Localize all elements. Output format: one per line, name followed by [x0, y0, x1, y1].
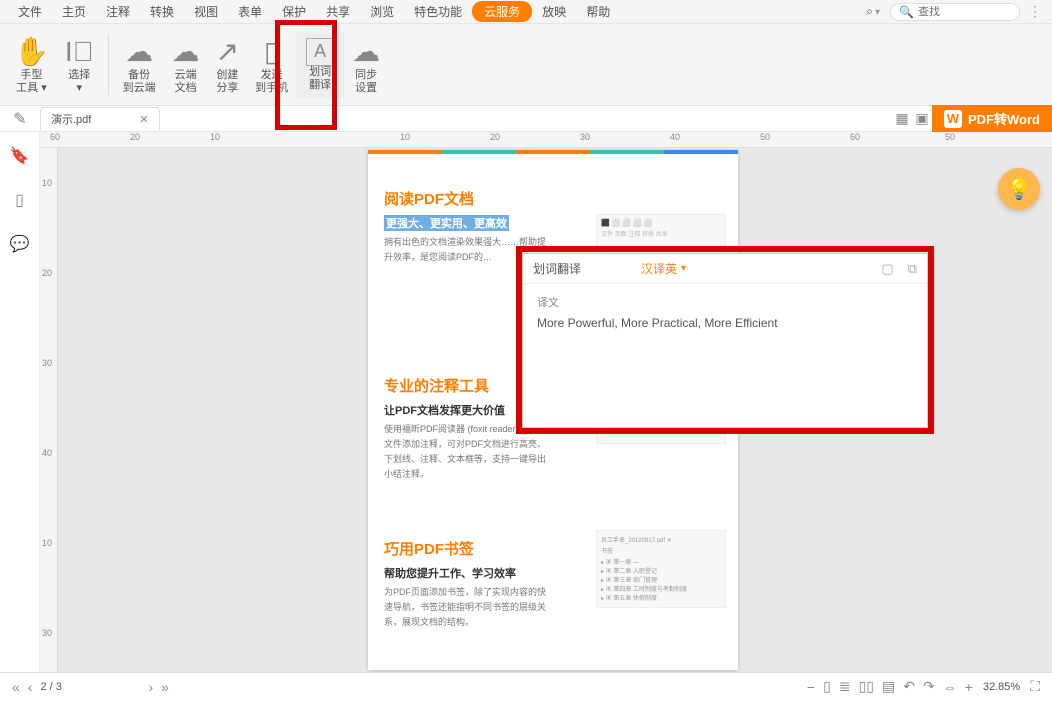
language-select[interactable]: 汉译英▾ [641, 260, 686, 277]
first-page-icon[interactable]: « [8, 679, 24, 695]
translation-text: More Powerful, More Practical, More Effi… [537, 316, 913, 330]
menu-features[interactable]: 特色功能 [404, 1, 472, 22]
rotate-right-icon[interactable]: ↷ [919, 678, 939, 695]
zoom-out-icon[interactable]: − [803, 679, 819, 695]
hand-icon: ✋ [14, 35, 49, 69]
last-page-icon[interactable]: » [157, 679, 173, 695]
ruler-horizontal: 60201010203040506050 [40, 132, 1052, 148]
phone-icon: ▯ [264, 35, 279, 69]
menu-home[interactable]: 主页 [52, 1, 96, 22]
comment-icon[interactable]: 💬 [10, 234, 30, 254]
zoom-plus-icon[interactable]: + [961, 679, 977, 695]
send-phone[interactable]: ▯发送到手机 [247, 33, 296, 97]
section2-body: 使用福昕PDF阅读器 (foxit reader) 为PDF文件添加注释，可对P… [384, 422, 554, 482]
select-tool[interactable]: I⃞选择▾ [57, 33, 102, 97]
menu-extra-icon[interactable]: ⌕▾ [856, 2, 890, 21]
popup-title: 划词翻译 [533, 260, 581, 277]
page-number-input[interactable] [40, 681, 140, 693]
popup-copy-icon[interactable]: ⧉ [908, 261, 917, 277]
menu-browse[interactable]: 浏览 [360, 1, 404, 22]
section3-body: 为PDF页面添加书签，除了实现内容的快速导航，书签还能指明不同书签的层级关系，展… [384, 585, 554, 630]
share-icon: ↗ [216, 35, 239, 69]
translation-popup: 划词翻译 汉译英▾ ▢ ⧉ 译文 More Powerful, More Pra… [522, 253, 928, 428]
menu-convert[interactable]: 转换 [140, 1, 184, 22]
menubar: 文件 主页 注释 转换 视图 表单 保护 共享 浏览 特色功能 云服务 放映 帮… [0, 0, 1052, 24]
menu-share[interactable]: 共享 [316, 1, 360, 22]
bookmark-icon[interactable]: 🔖 [10, 146, 30, 166]
menu-play[interactable]: 放映 [532, 1, 576, 22]
menu-annotate[interactable]: 注释 [96, 1, 140, 22]
prev-page-icon[interactable]: ‹ [24, 679, 37, 695]
pdf-to-word-button[interactable]: W PDF转Word [932, 105, 1052, 132]
search-input[interactable] [918, 6, 1008, 18]
word-translate[interactable]: A划词翻译 [296, 32, 344, 98]
facing-icon[interactable]: ▯▯ [855, 678, 878, 695]
cloud-docs[interactable]: ☁︎云端文档 [164, 33, 208, 97]
clipboard-icon[interactable]: ▯ [15, 190, 24, 210]
sidebar: 🔖 ▯ 💬 [0, 132, 40, 672]
grid-icon[interactable]: ▦ [892, 110, 912, 127]
tips-bulb-icon[interactable]: 💡 [998, 168, 1040, 210]
menu-protect[interactable]: 保护 [272, 1, 316, 22]
next-page-icon[interactable]: › [144, 679, 157, 695]
close-tab-icon[interactable]: ✕ [139, 113, 148, 126]
tabbar: ✎ 演示.pdf ✕ ▦ ▣ W PDF转Word [0, 106, 1052, 132]
word-icon: W [944, 110, 962, 128]
main-area: 🔖 ▯ 💬 60201010203040506050 102030401030 … [0, 132, 1052, 672]
canvas[interactable]: 阅读PDF文档 更强大、更实用、更高效 拥有出色的文档渲染效果强大……帮助提升效… [58, 148, 1052, 672]
chevron-down-icon: ▾ [681, 263, 686, 274]
continuous-facing-icon[interactable]: ▤ [878, 678, 899, 695]
menu-view[interactable]: 视图 [184, 1, 228, 22]
continuous-icon[interactable]: ≣ [835, 678, 855, 695]
cloud-icon: ☁︎ [172, 35, 200, 69]
search-icon: 🔍 [899, 5, 914, 19]
menu-form[interactable]: 表单 [228, 1, 272, 22]
sync-settings[interactable]: ☁︎同步设置 [344, 33, 388, 97]
rotate-left-icon[interactable]: ↶ [899, 678, 919, 695]
tab-label: 演示.pdf [51, 111, 91, 127]
cloud-up-icon: ☁︎ [125, 35, 153, 69]
select-icon: I⃞ [65, 35, 94, 69]
menu-file[interactable]: 文件 [8, 1, 52, 22]
section1-subtitle: 更强大、更实用、更高效 [384, 215, 509, 231]
single-page-icon[interactable]: ▯ [819, 678, 835, 695]
search-box[interactable]: 🔍 [890, 3, 1020, 21]
popup-chat-icon[interactable]: ▢ [881, 261, 893, 277]
cloud-gear-icon: ☁︎ [352, 35, 380, 69]
hand-tool[interactable]: ✋手型工具 ▾ [6, 33, 57, 97]
fit-width-icon[interactable]: ⇔ [939, 679, 961, 695]
section3-thumb: 员工手册_20120917.pdf ✕ 书签 ▸ ▣ 第一章 — ▸ ▣ 第二章… [596, 530, 726, 608]
backup-cloud[interactable]: ☁︎备份到云端 [115, 33, 164, 97]
ribbon: ✋手型工具 ▾ I⃞选择▾ ☁︎备份到云端 ☁︎云端文档 ↗创建分享 ▯发送到手… [0, 24, 1052, 106]
statusbar: « ‹ › » − ▯ ≣ ▯▯ ▤ ↶ ↷ ⇔ + 32.85% ⛶ [0, 672, 1052, 700]
document-tab[interactable]: 演示.pdf ✕ [40, 107, 160, 130]
create-share[interactable]: ↗创建分享 [208, 33, 247, 97]
zoom-level[interactable]: 32.85% [983, 681, 1020, 693]
menu-help[interactable]: 帮助 [576, 1, 620, 22]
menu-cloud[interactable]: 云服务 [472, 1, 532, 22]
section1-title: 阅读PDF文档 [384, 188, 722, 209]
fullscreen-icon[interactable]: ⛶ [1026, 678, 1044, 695]
ruler-vertical: 102030401030 [40, 148, 58, 672]
pencil-icon[interactable]: ✎ [0, 109, 40, 129]
panel-icon[interactable]: ▣ [912, 110, 932, 127]
translate-icon: A [306, 38, 334, 66]
more-icon[interactable]: ⋮ [1028, 3, 1044, 20]
translation-label: 译文 [537, 294, 913, 310]
